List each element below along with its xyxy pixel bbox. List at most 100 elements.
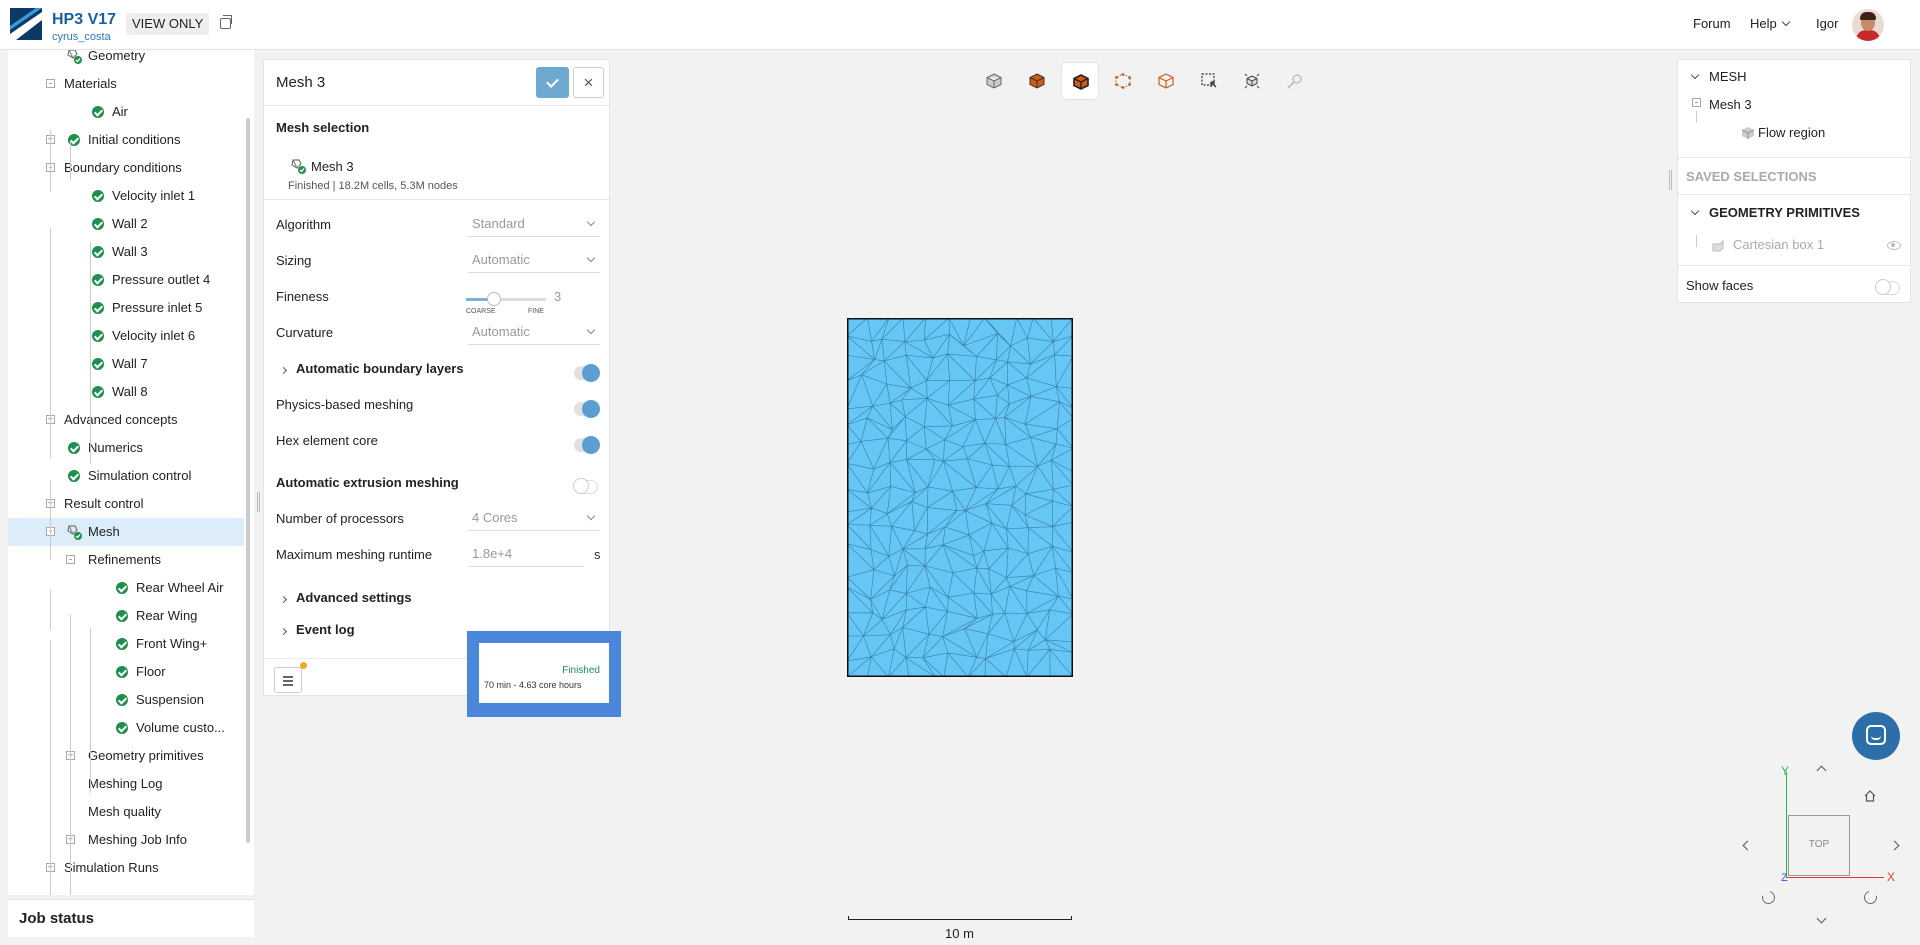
tree-item[interactable]: -Boundary conditions <box>8 154 244 182</box>
right-panel-resize-handle[interactable] <box>1669 170 1672 190</box>
chevron-right-icon[interactable] <box>279 627 288 636</box>
explode-view-button[interactable] <box>1233 62 1271 100</box>
tree-item[interactable]: +Result control <box>8 490 244 518</box>
check-icon <box>92 386 104 398</box>
scene-mesh-item[interactable]: - Mesh 3 <box>1678 97 1910 123</box>
flow-region-item[interactable]: Flow region <box>1678 125 1910 151</box>
cartesian-box-item[interactable]: Cartesian box 1 <box>1678 237 1910 263</box>
confirm-button[interactable] <box>536 67 569 98</box>
tree-item[interactable]: Meshing Log <box>8 770 244 798</box>
tree-item-label: Wall 8 <box>112 384 148 399</box>
chevron-right-icon[interactable] <box>279 595 288 604</box>
tree-item[interactable]: Wall 2 <box>8 210 244 238</box>
tree-item[interactable]: +Initial conditions <box>8 126 244 154</box>
fineness-slider-handle[interactable] <box>487 292 501 306</box>
eye-icon[interactable] <box>1887 241 1901 250</box>
max-runtime-input[interactable]: 1.8e+4 <box>468 541 584 567</box>
tree-item[interactable]: Air <box>8 98 244 126</box>
solid-view-button[interactable] <box>1018 62 1056 100</box>
curvature-select[interactable]: Automatic <box>468 319 600 345</box>
tree-item[interactable]: Rear Wheel Air <box>8 574 244 602</box>
points-view-button[interactable] <box>1104 62 1142 100</box>
tree-item[interactable]: - Materials <box>8 70 244 98</box>
user-name[interactable]: Igor <box>1816 16 1838 31</box>
probe-button[interactable] <box>1276 62 1314 100</box>
panel-resize-handle[interactable] <box>257 492 260 512</box>
mesh-check-icon <box>291 159 306 174</box>
nav-cube[interactable]: TOP <box>1788 815 1850 876</box>
physics-meshing-toggle[interactable] <box>574 400 600 418</box>
collapse-icon[interactable]: - <box>1692 98 1701 107</box>
z-axis-label: Z <box>1781 872 1788 884</box>
algorithm-select[interactable]: Standard <box>468 211 600 237</box>
box-select-button[interactable] <box>1190 62 1228 100</box>
advanced-settings-label[interactable]: Advanced settings <box>296 590 412 605</box>
tree-item[interactable]: Floor <box>8 658 244 686</box>
auto-boundary-layers-label[interactable]: Automatic boundary layers <box>296 361 464 376</box>
tree-item[interactable]: -Mesh <box>8 518 244 546</box>
auto-boundary-layers-toggle[interactable] <box>574 364 600 382</box>
job-list-button[interactable] <box>274 667 302 693</box>
hex-core-toggle[interactable] <box>574 436 600 454</box>
tree-item[interactable]: Velocity inlet 6 <box>8 322 244 350</box>
tree-item[interactable]: Simulation control <box>8 462 244 490</box>
tree-item[interactable]: Front Wing+ <box>8 630 244 658</box>
avatar[interactable] <box>1852 9 1884 41</box>
show-faces-toggle[interactable] <box>1875 279 1900 295</box>
tree-item[interactable]: Pressure inlet 5 <box>8 294 244 322</box>
wireframe-view-button[interactable] <box>1147 62 1185 100</box>
project-owner-link[interactable]: cyrus_costa <box>52 31 111 43</box>
check-icon <box>116 638 128 650</box>
chevron-right-icon[interactable] <box>279 366 288 375</box>
mesh-viewport-render[interactable] <box>847 318 1073 677</box>
geometry-primitives-header[interactable]: GEOMETRY PRIMITIVES <box>1678 205 1910 231</box>
selected-mesh-name[interactable]: Mesh 3 <box>311 159 354 174</box>
copy-project-icon[interactable] <box>220 15 232 29</box>
tree-item[interactable]: Wall 3 <box>8 238 244 266</box>
sizing-select[interactable]: Automatic <box>468 247 600 273</box>
rotate-cw-icon[interactable] <box>1861 888 1880 907</box>
tree-item[interactable]: Wall 8 <box>8 378 244 406</box>
tree-item[interactable]: +Geometry primitives <box>8 742 244 770</box>
help-menu[interactable]: Help <box>1750 16 1790 31</box>
collapse-icon[interactable]: - <box>46 79 55 88</box>
tree-item[interactable]: Pressure outlet 4 <box>8 266 244 294</box>
tree-item[interactable]: +Meshing Job Info <box>8 826 244 854</box>
tree-item[interactable]: - Refinements <box>8 546 244 574</box>
rotate-right-arrow-icon[interactable] <box>1889 840 1900 851</box>
tree-item[interactable]: +Advanced concepts <box>8 406 244 434</box>
collapse-icon[interactable]: - <box>66 555 75 564</box>
tree-item[interactable]: Rear Wing <box>8 602 244 630</box>
rotate-left-arrow-icon[interactable] <box>1742 840 1753 851</box>
tree-item[interactable]: +Simulation Runs <box>8 854 244 882</box>
tree-item[interactable]: Volume custo... <box>8 714 244 742</box>
saved-selections-header[interactable]: SAVED SELECTIONS <box>1686 169 1918 184</box>
rotate-up-arrow-icon[interactable] <box>1816 765 1827 776</box>
event-log-label[interactable]: Event log <box>296 622 355 637</box>
view-mode-button[interactable] <box>975 62 1013 100</box>
processors-select[interactable]: 4 Cores <box>468 505 600 531</box>
tree-item[interactable]: Velocity inlet 1 <box>8 182 244 210</box>
solid-edges-view-button[interactable] <box>1061 62 1099 100</box>
close-button[interactable]: × <box>573 67 604 98</box>
mesh-section-header[interactable]: MESH <box>1678 69 1910 95</box>
tree-item[interactable]: Suspension <box>8 686 244 714</box>
auto-extrusion-label: Automatic extrusion meshing <box>276 475 459 490</box>
job-status-header[interactable]: Job status <box>8 899 254 937</box>
tree-item-label: Meshing Job Info <box>88 832 188 847</box>
auto-extrusion-toggle[interactable] <box>573 478 598 494</box>
tree-item[interactable]: Numerics <box>8 434 244 462</box>
fineness-slider[interactable] <box>466 292 546 306</box>
job-status-card[interactable]: Finished 70 min - 4.63 core hours <box>479 643 609 703</box>
rotate-down-arrow-icon[interactable] <box>1816 913 1827 924</box>
tree-item[interactable]: Wall 7 <box>8 350 244 378</box>
rotate-ccw-icon[interactable] <box>1759 888 1778 907</box>
tree-scrollbar[interactable] <box>246 118 250 843</box>
chat-support-button[interactable] <box>1852 712 1900 760</box>
simscale-logo-icon[interactable] <box>10 8 42 40</box>
home-icon[interactable] <box>1864 790 1876 802</box>
tree-item[interactable]: Mesh quality <box>8 798 244 826</box>
tree-item[interactable]: Geometry <box>8 50 244 70</box>
tree-item-label: Wall 2 <box>112 216 148 231</box>
forum-link[interactable]: Forum <box>1693 16 1731 31</box>
